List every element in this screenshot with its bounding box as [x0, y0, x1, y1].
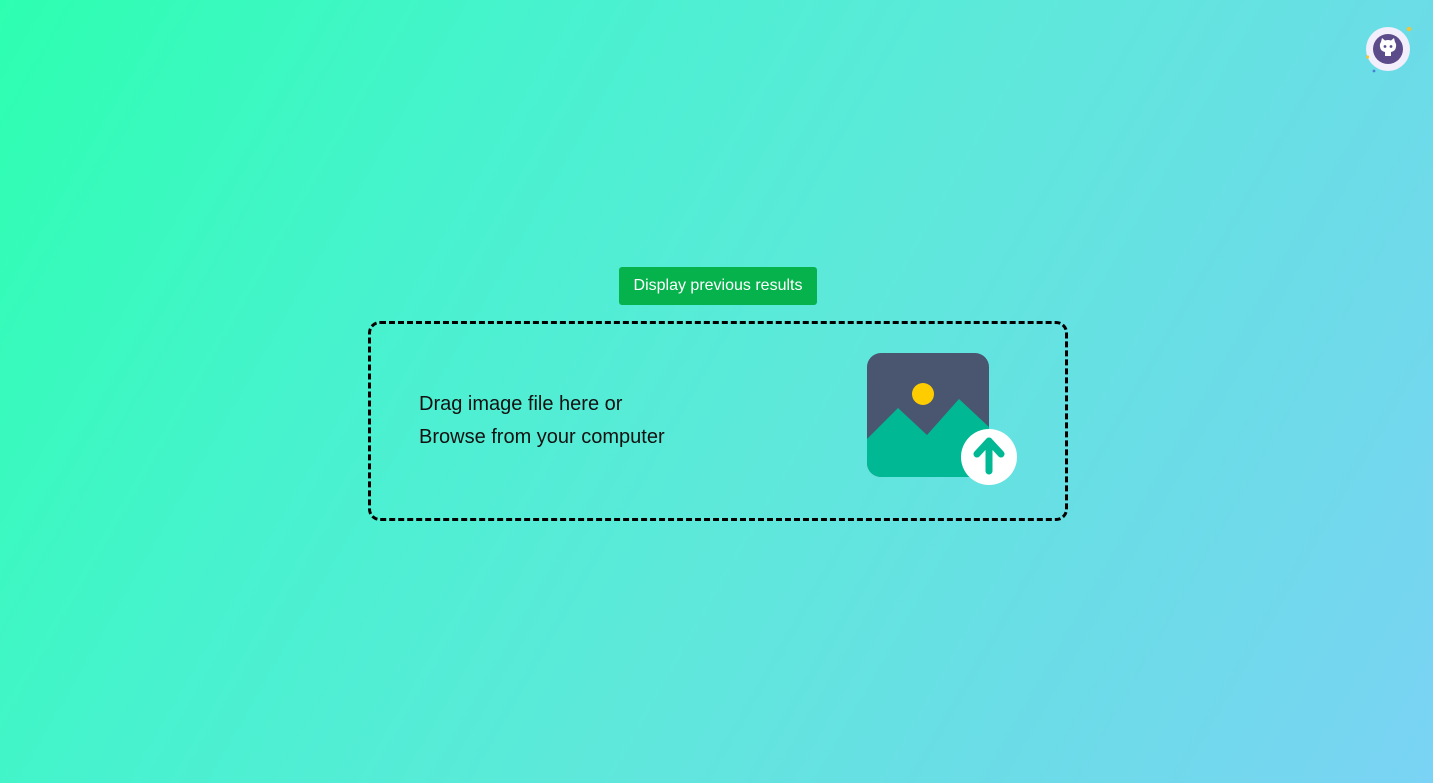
dropzone-browse-text[interactable]: Browse from your computer	[419, 421, 665, 454]
dropzone-drag-text: Drag image file here or	[419, 393, 623, 415]
image-dropzone[interactable]: Drag image file here or Browse from your…	[368, 321, 1068, 521]
display-previous-results-button[interactable]: Display previous results	[619, 267, 817, 305]
github-octocat-icon	[1366, 27, 1412, 73]
image-upload-icon	[867, 353, 1021, 489]
dropzone-instructions: Drag image file here or Browse from your…	[419, 388, 665, 454]
github-link[interactable]	[1366, 27, 1412, 73]
